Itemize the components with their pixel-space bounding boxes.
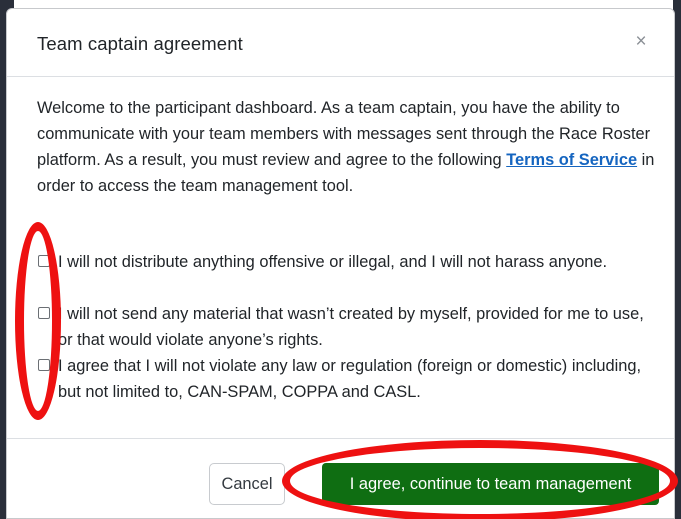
- agreement-row-no-offensive[interactable]: I will not distribute anything offensive…: [35, 249, 647, 275]
- terms-of-service-link[interactable]: Terms of Service: [506, 151, 637, 169]
- agreement-row-law-compliance[interactable]: I agree that I will not violate any law …: [35, 353, 647, 405]
- agreement-checkbox-law-compliance[interactable]: [38, 359, 50, 371]
- page: Team captain agreement × Welcome to the …: [0, 0, 681, 519]
- agreement-label: I will not send any material that wasn’t…: [58, 305, 644, 349]
- cancel-button[interactable]: Cancel: [209, 463, 285, 505]
- agreement-label: I agree that I will not violate any law …: [58, 357, 642, 401]
- dialog-title: Team captain agreement: [37, 33, 243, 54]
- agreement-checkbox-original-material[interactable]: [38, 307, 50, 319]
- close-icon[interactable]: ×: [630, 31, 652, 53]
- agreement-label: I will not distribute anything offensive…: [58, 253, 608, 271]
- intro-paragraph: Welcome to the participant dashboard. As…: [37, 95, 665, 199]
- dialog-header: Team captain agreement ×: [7, 9, 674, 77]
- dialog-body: Welcome to the participant dashboard. As…: [7, 77, 674, 439]
- team-captain-agreement-dialog: Team captain agreement × Welcome to the …: [6, 8, 675, 519]
- agreement-row-original-material[interactable]: I will not send any material that wasn’t…: [35, 301, 647, 353]
- agree-continue-button[interactable]: I agree, continue to team management: [322, 463, 659, 505]
- dialog-footer: Cancel I agree, continue to team managem…: [7, 439, 674, 519]
- agreement-checkbox-no-offensive[interactable]: [38, 255, 50, 267]
